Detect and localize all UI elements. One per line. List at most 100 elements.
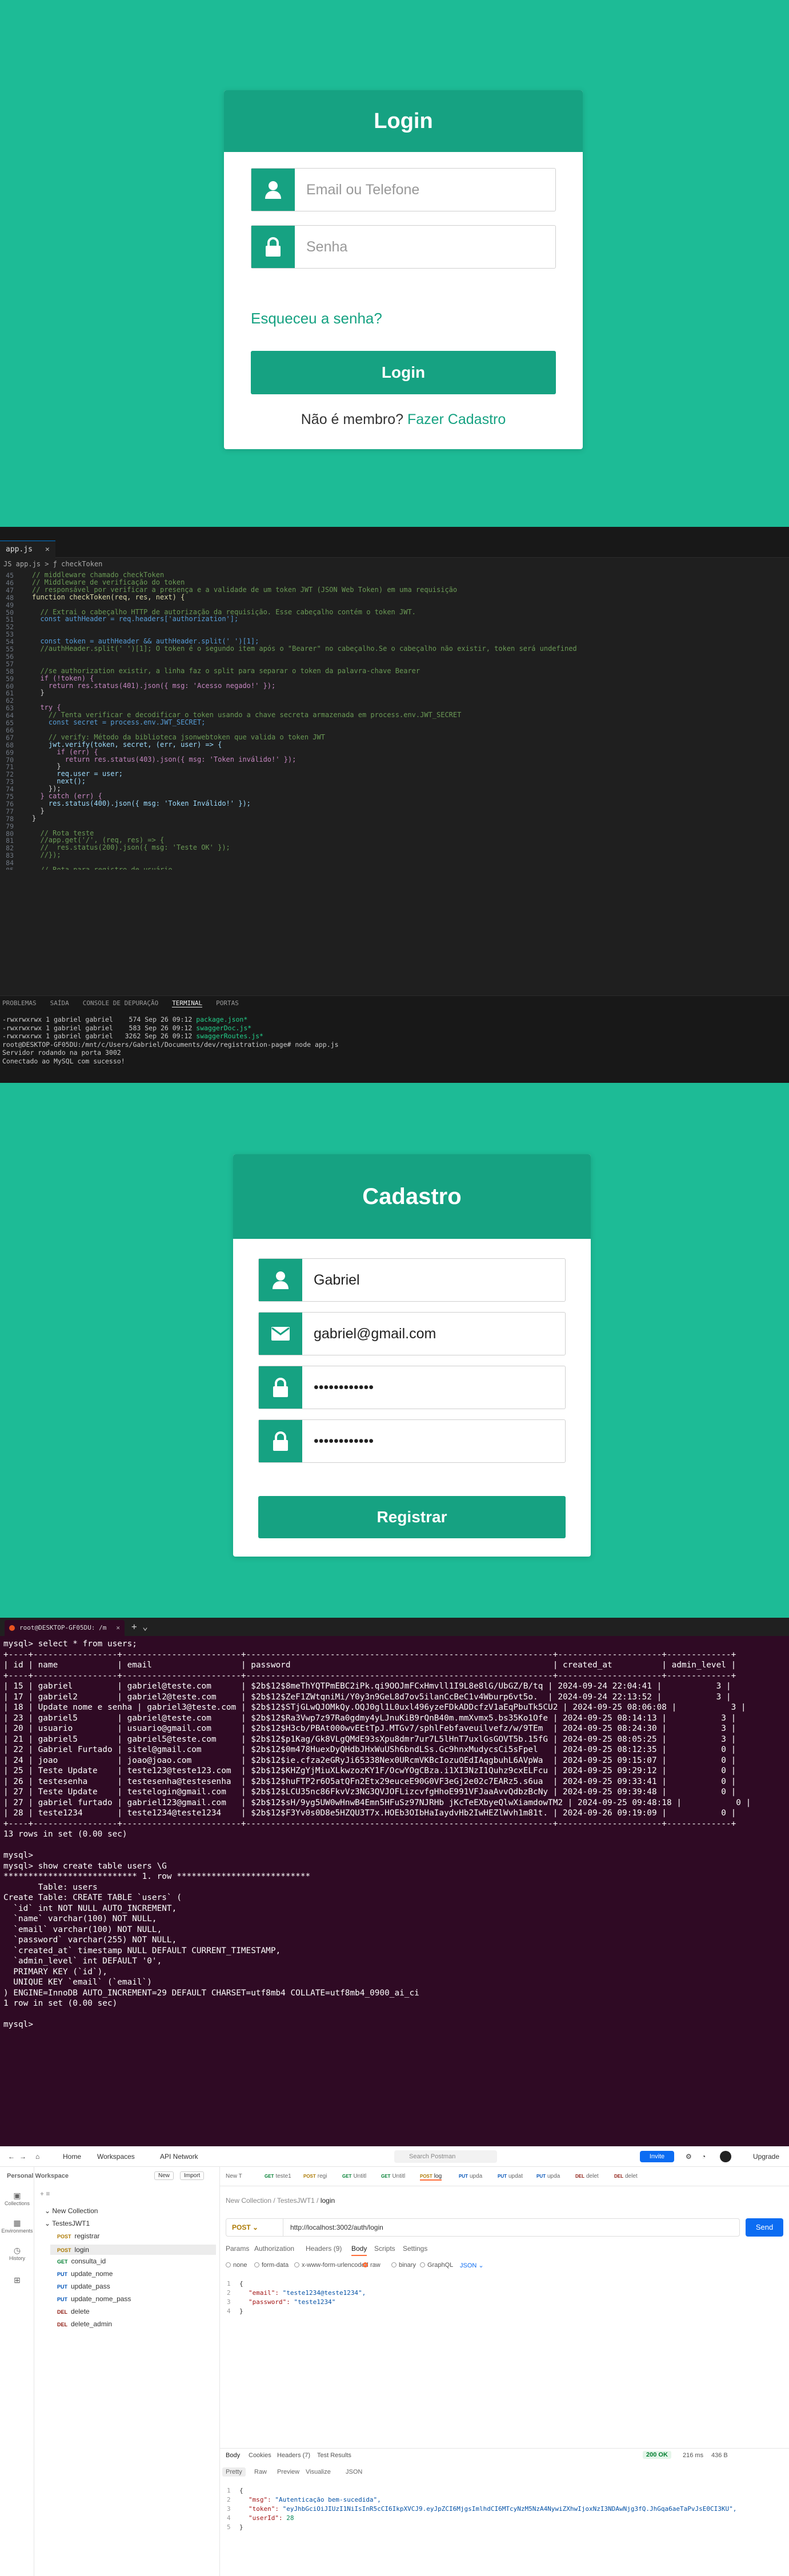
response-tab-headers[interactable]: Headers (7) (277, 2452, 310, 2459)
line-number: 1 (227, 2280, 231, 2287)
close-icon[interactable]: ✕ (116, 1620, 120, 1636)
response-format-select[interactable]: JSON (346, 2469, 362, 2475)
radio-none[interactable]: none (226, 2262, 247, 2269)
radio-form-data[interactable]: form-data (254, 2262, 289, 2269)
history-icon: ◷ (13, 2246, 21, 2255)
request-tab[interactable]: GET teste1 (265, 2173, 291, 2179)
method-select[interactable]: POST ⌄ (226, 2219, 283, 2236)
view-preview[interactable]: Preview (277, 2469, 299, 2475)
response-tab-body[interactable]: Body (226, 2452, 240, 2459)
request-tab[interactable]: New T (226, 2173, 242, 2179)
radio-x-www-form-urlencoded[interactable]: x-www-form-urlencoded (294, 2262, 369, 2269)
chevron-down-icon[interactable]: ⌄ (45, 2207, 52, 2215)
register-button[interactable]: Registrar (258, 1496, 566, 1538)
sidebar-item-consulta-id[interactable]: GET consulta_id (57, 2257, 106, 2265)
email-field[interactable]: gabriel@gmail.com (258, 1312, 566, 1355)
radio-graphql[interactable]: GraphQL (420, 2262, 453, 2269)
password-field[interactable]: Senha (251, 225, 556, 269)
sidebar-item-testesjwt1[interactable]: ⌄ TestesJWT1 (45, 2219, 90, 2227)
sidebar-item-delete-admin[interactable]: DEL delete_admin (57, 2320, 112, 2328)
login-title: Login (224, 90, 583, 152)
line-number: 64 (6, 711, 14, 720)
email-field[interactable]: Email ou Telefone (251, 168, 556, 211)
password-field[interactable]: •••••••••••• (258, 1366, 566, 1409)
request-tab[interactable]: PUT upda (459, 2173, 482, 2179)
body-format-select[interactable]: JSON ⌄ (460, 2262, 484, 2269)
radio-raw[interactable]: raw (363, 2262, 381, 2269)
view-visualize[interactable]: Visualize (306, 2469, 331, 2475)
search-input[interactable]: Search Postman (394, 2150, 497, 2163)
sidebar-item-registrar[interactable]: POST registrar (57, 2232, 100, 2240)
sidebar-item-new-collection[interactable]: ⌄ New Collection (45, 2207, 98, 2215)
chevron-down-icon[interactable]: ⌄ (45, 2219, 52, 2227)
terminal-tab-portas[interactable]: PORTAS (216, 999, 239, 1007)
back-icon[interactable]: ← (8, 2153, 15, 2161)
response-tab-test-results[interactable]: Test Results (317, 2452, 351, 2459)
method-badge: PUT (57, 2271, 67, 2277)
sidebar-item-update-nome[interactable]: PUT update_nome (57, 2270, 113, 2278)
gear-icon[interactable]: ⚙ (686, 2153, 692, 2161)
terminal-tab-sa-da[interactable]: SAÍDA (50, 999, 69, 1007)
rail-more[interactable]: ⊞ (0, 2275, 34, 2285)
line-number: 72 (6, 770, 14, 779)
request-tab[interactable]: GET Untitl (381, 2173, 405, 2179)
nav-workspaces[interactable]: Workspaces (97, 2153, 135, 2161)
request-tab-label: regi (317, 2173, 327, 2179)
user-icon (259, 1259, 302, 1301)
tab-params[interactable]: Params (226, 2245, 249, 2253)
url-input[interactable]: http://localhost:3002/auth/login (290, 2219, 383, 2236)
send-button[interactable]: Send (746, 2218, 783, 2237)
response-tab-cookies[interactable]: Cookies (249, 2452, 271, 2459)
tab-scripts[interactable]: Scripts (374, 2245, 395, 2253)
close-icon[interactable]: ✕ (45, 545, 50, 554)
forward-icon[interactable]: → (19, 2153, 26, 2161)
bell-icon[interactable]: ◔ (702, 2153, 706, 2161)
confirm-password-field[interactable]: •••••••••••• (258, 1419, 566, 1463)
rail-collections[interactable]: ▣ Collections (0, 2191, 34, 2206)
terminal-tab-console-de-depura-o[interactable]: CONSOLE DE DEPURAÇÃO (83, 999, 158, 1007)
request-tab[interactable]: GET Untitl (342, 2173, 366, 2179)
rail-history[interactable]: ◷ History (0, 2246, 34, 2261)
home-icon: ⌂ (35, 2153, 40, 2161)
line-number: 73 (6, 778, 14, 786)
terminal-tab-problemas[interactable]: PROBLEMAS (2, 999, 37, 1007)
sidebar-item-update-nome-pass[interactable]: PUT update_nome_pass (57, 2295, 131, 2303)
radio-icon (226, 2262, 231, 2267)
request-tab[interactable]: DEL delet (575, 2173, 599, 2179)
terminal-tab[interactable]: root@DESKTOP-GF05DU: /m ✕ (5, 1620, 125, 1636)
request-tab[interactable]: DEL delet (614, 2173, 638, 2179)
view-raw[interactable]: Raw (254, 2469, 267, 2475)
tab-authorization[interactable]: Authorization (254, 2245, 294, 2253)
new-tab-icon[interactable]: + ⌄ (131, 1618, 148, 1636)
login-button[interactable]: Login (251, 351, 556, 394)
nav-api-network[interactable]: API Network (160, 2153, 198, 2161)
mysql-output[interactable]: mysql> select * from users; +----+-------… (0, 1636, 789, 2029)
tab-settings[interactable]: Settings (403, 2245, 427, 2253)
nav-home[interactable]: Home (63, 2153, 81, 2161)
invite-button[interactable]: Invite (640, 2151, 674, 2162)
rail-environments[interactable]: ▦ Environments (0, 2218, 34, 2234)
import-button[interactable]: Import (180, 2171, 205, 2180)
request-tab[interactable]: POST regi (303, 2173, 327, 2179)
forgot-password-link[interactable]: Esqueceu a senha? (251, 310, 382, 327)
request-tab[interactable]: POST log (420, 2173, 442, 2181)
upgrade-button[interactable]: Upgrade (753, 2153, 779, 2161)
name-field[interactable]: Gabriel (258, 1258, 566, 1302)
mysql-line: | 24 | joao | joao@joao.com | $2b$12$ie.… (3, 1755, 736, 1765)
signup-link[interactable]: Fazer Cadastro (407, 411, 506, 427)
view-pretty[interactable]: Pretty (222, 2467, 246, 2477)
request-tab[interactable]: PUT updat (498, 2173, 523, 2179)
avatar[interactable] (720, 2151, 731, 2162)
sidebar-item-login[interactable]: POST login (50, 2245, 216, 2255)
add-icon[interactable]: + ≡ (40, 2190, 50, 2198)
radio-binary[interactable]: binary (391, 2262, 416, 2269)
tab-app-js[interactable]: app.js ✕ (0, 541, 55, 558)
sidebar-item-update-pass[interactable]: PUT update_pass (57, 2282, 110, 2290)
new-button[interactable]: New (154, 2171, 174, 2180)
code-area[interactable]: 45 // middleware chamado checkToken 46 // M… (0, 570, 789, 870)
tab-body[interactable]: Body (351, 2245, 367, 2256)
sidebar-item-delete[interactable]: DEL delete (57, 2307, 90, 2315)
tab-headers[interactable]: Headers (9) (306, 2245, 342, 2253)
request-tab[interactable]: PUT upda (536, 2173, 560, 2179)
terminal-tab-terminal[interactable]: TERMINAL (172, 999, 203, 1007)
